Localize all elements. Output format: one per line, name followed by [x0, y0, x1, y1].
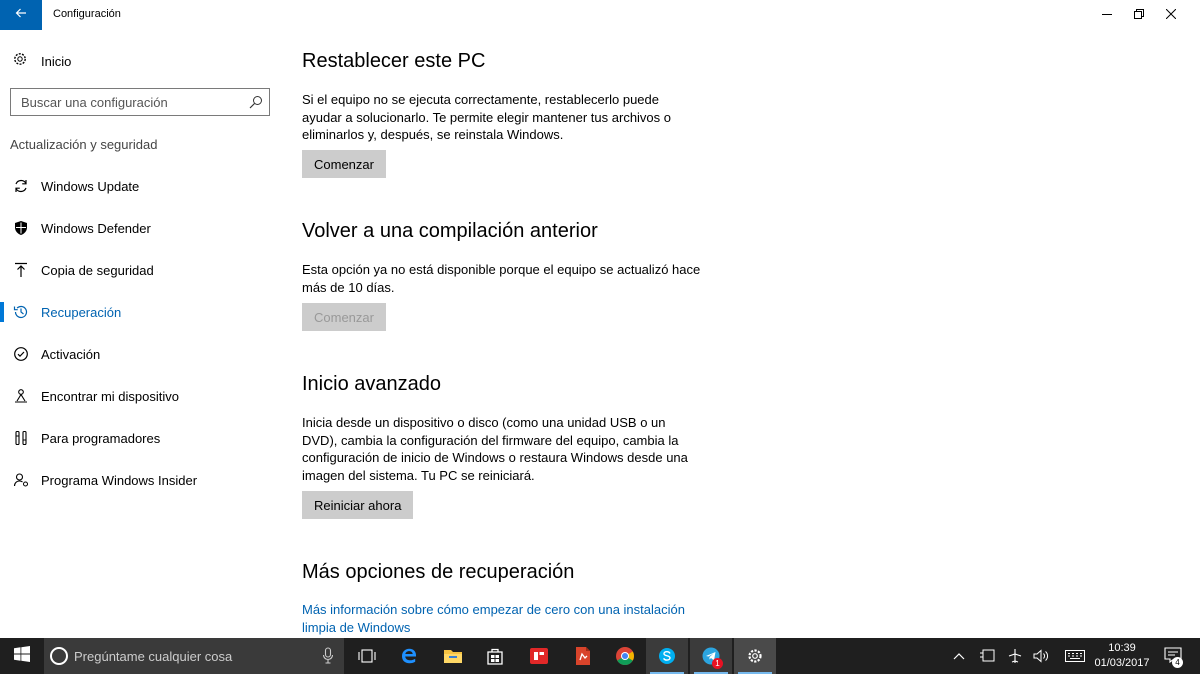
sidebar-item-insider[interactable]: Programa Windows Insider	[0, 462, 280, 498]
airplane-mode-icon[interactable]	[1006, 647, 1024, 665]
taskbar: Pregúntame cualquier cosa 1 10:39 01/03/…	[0, 638, 1200, 674]
microphone-icon[interactable]	[322, 647, 334, 670]
sidebar-item-label: Activación	[41, 346, 101, 362]
upload-arrow-icon	[12, 261, 30, 279]
minimize-icon	[1102, 6, 1112, 24]
home-label: Inicio	[41, 53, 72, 69]
start-reset-button[interactable]: Comenzar	[302, 150, 386, 178]
chevron-up-icon[interactable]	[950, 647, 968, 665]
telegram-icon[interactable]: 1	[690, 638, 732, 674]
insider-person-icon	[12, 471, 30, 489]
settings-search[interactable]	[10, 88, 270, 116]
section-description-reset: Si el equipo no se ejecuta correctamente…	[302, 92, 672, 143]
developer-tools-icon	[12, 429, 30, 447]
notification-badge: 1	[712, 658, 723, 669]
sidebar-item-label: Encontrar mi dispositivo	[41, 388, 179, 404]
sync-icon	[12, 177, 30, 195]
search-input[interactable]	[11, 89, 241, 115]
history-icon	[12, 303, 30, 321]
clock-date: 01/03/2017	[1094, 657, 1150, 669]
gear-icon	[12, 51, 28, 72]
shield-icon	[12, 219, 30, 237]
start-button[interactable]	[0, 638, 44, 674]
flipboard-icon[interactable]	[518, 638, 560, 674]
section-heading-more: Más opciones de recuperación	[302, 561, 575, 583]
cortana-icon	[50, 647, 68, 665]
windows-logo-icon	[14, 645, 30, 667]
group-title: Actualización y seguridad	[10, 137, 158, 152]
taskbar-clock[interactable]: 10:39 01/03/2017	[1092, 641, 1152, 671]
restore-icon	[1134, 6, 1144, 24]
section-description-rollback: Esta opción ya no está disponible porque…	[302, 262, 701, 295]
active-indicator	[0, 302, 4, 322]
store-icon[interactable]	[474, 638, 516, 674]
sidebar-item-label: Windows Update	[41, 178, 140, 194]
section-heading-advanced: Inicio avanzado	[302, 373, 441, 395]
sidebar-item-windows-update[interactable]: Windows Update	[0, 168, 280, 204]
skype-icon[interactable]	[646, 638, 688, 674]
sidebar-item-backup[interactable]: Copia de seguridad	[0, 252, 280, 288]
sidebar-item-activation[interactable]: Activación	[0, 336, 280, 372]
restart-now-button[interactable]: Reiniciar ahora	[302, 491, 414, 519]
back-button[interactable]	[0, 0, 42, 30]
task-view-icon[interactable]	[346, 638, 388, 674]
tablet-mode-icon[interactable]	[978, 647, 996, 665]
keyboard-icon[interactable]	[1064, 647, 1086, 665]
settings-gear-icon[interactable]	[734, 638, 776, 674]
clock-time: 10:39	[1108, 642, 1136, 654]
chrome-icon[interactable]	[604, 638, 646, 674]
sidebar-item-windows-defender[interactable]: Windows Defender	[0, 210, 280, 246]
close-icon	[1165, 6, 1177, 24]
clean-install-link[interactable]: Más información sobre cómo empezar de ce…	[302, 601, 702, 636]
search-icon[interactable]	[249, 95, 263, 114]
settings-window: Configuración Inicio Actualización y seg…	[0, 0, 1200, 638]
sidebar: Inicio Actualización y seguridad Windows…	[0, 30, 280, 638]
sidebar-item-label: Copia de seguridad	[41, 262, 154, 278]
section-description-advanced: Inicia desde un dispositivo o disco (com…	[302, 415, 688, 483]
sidebar-item-recovery[interactable]: Recuperación	[0, 294, 280, 330]
sidebar-item-label: Recuperación	[41, 304, 122, 320]
close-button[interactable]	[1148, 0, 1194, 30]
title-bar: Configuración	[0, 0, 1200, 30]
home-link[interactable]: Inicio	[12, 52, 71, 70]
checkmark-circle-icon	[12, 345, 30, 363]
notifications-count: 4	[1172, 657, 1183, 668]
volume-icon[interactable]	[1032, 647, 1050, 665]
taskbar-search-placeholder: Pregúntame cualquier cosa	[74, 649, 233, 664]
sidebar-item-label: Para programadores	[41, 430, 161, 446]
section-heading-reset: Restablecer este PC	[302, 50, 486, 72]
window-title: Configuración	[53, 8, 121, 20]
person-location-icon	[12, 387, 30, 405]
sidebar-item-developers[interactable]: Para programadores	[0, 420, 280, 456]
file-explorer-icon[interactable]	[432, 638, 474, 674]
sidebar-item-label: Programa Windows Insider	[41, 472, 198, 488]
sidebar-item-label: Windows Defender	[41, 220, 151, 236]
sidebar-item-find-device[interactable]: Encontrar mi dispositivo	[0, 378, 280, 414]
start-rollback-button[interactable]: Comenzar	[302, 303, 386, 331]
pdf-app-icon[interactable]	[562, 638, 604, 674]
edge-icon[interactable]	[388, 638, 430, 674]
section-heading-rollback: Volver a una compilación anterior	[302, 220, 598, 242]
arrow-left-icon	[15, 6, 27, 24]
taskbar-search[interactable]: Pregúntame cualquier cosa	[44, 638, 344, 674]
